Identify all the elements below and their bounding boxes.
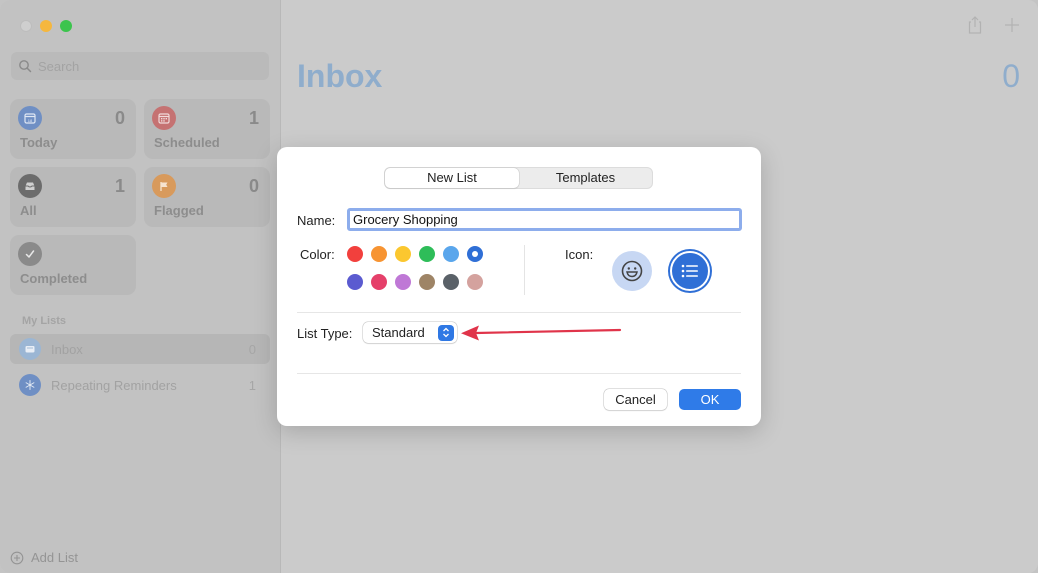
reminders-window: 18 0 Today 1 Scheduled 1 All xyxy=(0,0,1038,573)
ok-button[interactable]: OK xyxy=(679,389,741,410)
list-count: 0 xyxy=(248,341,256,357)
list-item-repeating-reminders[interactable]: Repeating Reminders 1 xyxy=(10,370,270,400)
calendar-today-icon: 18 xyxy=(18,106,42,130)
color-picker xyxy=(347,246,483,290)
minimize-window-button[interactable] xyxy=(40,20,52,32)
color-swatch-brown[interactable] xyxy=(419,274,435,290)
smart-list-count: 1 xyxy=(248,108,259,128)
smart-list-all[interactable]: 1 All xyxy=(10,167,136,227)
annotation-arrow xyxy=(461,325,622,341)
list-type-value: Standard xyxy=(372,325,425,340)
flag-icon xyxy=(152,174,176,198)
smart-list-count: 0 xyxy=(114,108,125,128)
color-swatch-light-blue[interactable] xyxy=(443,246,459,262)
reminder-count: 0 xyxy=(1002,58,1020,94)
smart-lists: 18 0 Today 1 Scheduled 1 All 0 Flagged C… xyxy=(10,99,270,295)
smart-list-count: 1 xyxy=(114,176,125,196)
add-list-button[interactable]: Add List xyxy=(10,550,78,565)
icon-label: Icon: xyxy=(565,247,594,262)
search-field[interactable] xyxy=(11,52,269,80)
tray-icon xyxy=(18,174,42,198)
color-swatch-pink[interactable] xyxy=(371,274,387,290)
toolbar xyxy=(966,15,1020,35)
list-name-input[interactable] xyxy=(347,208,742,231)
icon-option-emoji[interactable] xyxy=(612,251,652,291)
smart-list-today[interactable]: 18 0 Today xyxy=(10,99,136,159)
close-window-button[interactable] xyxy=(20,20,32,32)
list-item-inbox[interactable]: Inbox 0 xyxy=(10,334,270,364)
color-label: Color: xyxy=(300,247,335,262)
name-label: Name: xyxy=(297,213,336,228)
smart-list-label: All xyxy=(20,203,37,218)
tab-new-list[interactable]: New List xyxy=(385,168,519,188)
plus-icon[interactable] xyxy=(1004,17,1020,33)
color-swatch-indigo[interactable] xyxy=(347,274,363,290)
smart-list-label: Today xyxy=(20,135,58,150)
up-down-chevron-icon xyxy=(438,324,454,341)
smart-list-completed[interactable]: Completed xyxy=(10,235,136,295)
color-swatch-green[interactable] xyxy=(419,246,435,262)
smart-list-scheduled[interactable]: 1 Scheduled xyxy=(144,99,270,159)
list-name: Repeating Reminders xyxy=(51,377,177,393)
color-swatch-red[interactable] xyxy=(347,246,363,262)
color-swatch-rose-gray[interactable] xyxy=(467,274,483,290)
divider xyxy=(297,312,741,313)
checkmark-icon xyxy=(18,242,42,266)
color-swatch-blue[interactable] xyxy=(467,246,483,262)
color-swatch-purple[interactable] xyxy=(395,274,411,290)
new-list-dialog: New List Templates Name: Color: Icon: Li… xyxy=(277,147,761,426)
list-count: 1 xyxy=(248,377,256,393)
smart-list-label: Completed xyxy=(20,271,88,286)
plus-circle-icon xyxy=(10,551,24,564)
svg-text:18: 18 xyxy=(28,118,33,123)
my-lists-header: My Lists xyxy=(22,315,67,327)
window-controls xyxy=(20,20,72,32)
color-swatch-orange[interactable] xyxy=(371,246,387,262)
smiley-icon xyxy=(621,260,643,282)
smart-list-count: 0 xyxy=(248,176,259,196)
calendar-icon xyxy=(152,106,176,130)
search-input[interactable] xyxy=(38,58,258,74)
sidebar: 18 0 Today 1 Scheduled 1 All xyxy=(0,0,281,573)
list-type-select[interactable]: Standard xyxy=(363,322,457,343)
cancel-button[interactable]: Cancel xyxy=(604,389,667,410)
maximize-window-button[interactable] xyxy=(60,20,72,32)
list-bullet-icon xyxy=(681,264,698,278)
smart-list-label: Flagged xyxy=(154,203,204,218)
vertical-divider xyxy=(524,245,525,295)
tab-templates[interactable]: Templates xyxy=(519,168,652,188)
divider xyxy=(297,373,741,374)
add-list-label: Add List xyxy=(31,550,78,565)
search-icon xyxy=(19,60,32,73)
dialog-tabs: New List Templates xyxy=(384,167,653,189)
smart-list-label: Scheduled xyxy=(154,135,220,150)
inbox-icon xyxy=(19,338,41,360)
color-swatch-dark-gray[interactable] xyxy=(443,274,459,290)
icon-option-list[interactable] xyxy=(670,251,710,291)
share-icon[interactable] xyxy=(966,15,984,35)
list-type-label: List Type: xyxy=(297,326,353,341)
smart-list-flagged[interactable]: 0 Flagged xyxy=(144,167,270,227)
page-title: Inbox xyxy=(297,58,383,94)
color-swatch-yellow[interactable] xyxy=(395,246,411,262)
snowflake-icon xyxy=(19,374,41,396)
list-name: Inbox xyxy=(51,341,83,357)
